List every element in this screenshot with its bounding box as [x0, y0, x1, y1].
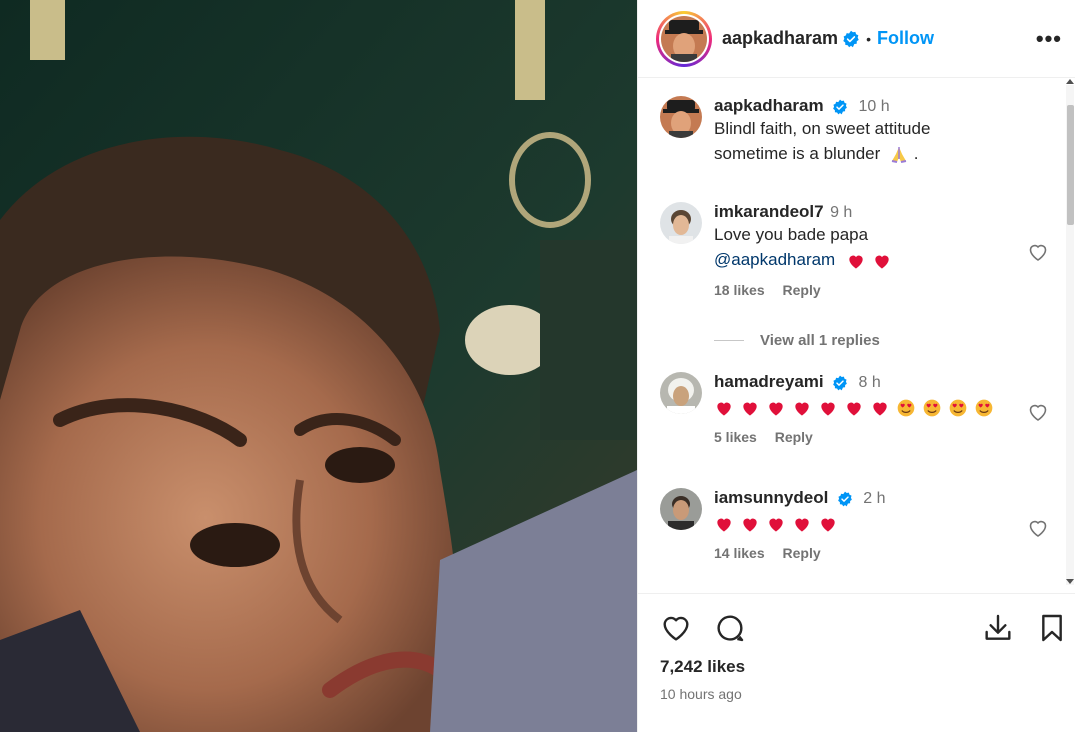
post-media[interactable] [0, 0, 637, 732]
red-heart-emoji-icon [717, 402, 731, 416]
comment-likes-count[interactable]: 5 likes [714, 429, 757, 445]
scroll-thumb[interactable] [1067, 105, 1074, 225]
heart-icon[interactable] [660, 612, 692, 644]
verified-badge-icon [833, 99, 847, 115]
comments-scrollbar[interactable] [1063, 79, 1075, 594]
caption-text-line1: Blindl faith, on sweet attitude [714, 119, 931, 138]
like-comment-heart-icon[interactable] [1026, 400, 1050, 424]
avatar[interactable] [660, 488, 702, 530]
view-replies-button[interactable]: View all 1 replies [714, 332, 880, 349]
download-icon[interactable] [982, 612, 1014, 644]
caption-text-line2: sometime is a blunder [714, 144, 881, 163]
comment-time[interactable]: 2 h [863, 490, 885, 507]
comment-time[interactable]: 9 h [830, 204, 852, 221]
mention-link[interactable]: @aapkadharam [714, 250, 835, 269]
red-heart-emoji-icon [743, 402, 757, 416]
heart-eyes-emoji-icon [923, 399, 941, 416]
folded-hands-emoji-icon [891, 146, 907, 163]
reply-button[interactable]: Reply [783, 282, 821, 298]
post-author-username[interactable]: aapkadharam [722, 28, 838, 49]
comment-icon[interactable] [714, 612, 746, 644]
avatar[interactable] [660, 202, 702, 244]
avatar[interactable] [660, 372, 702, 414]
view-replies-label: View all 1 replies [760, 332, 880, 349]
red-heart-emoji-icon [821, 518, 835, 532]
post-timestamp[interactable]: 10 hours ago [660, 686, 742, 702]
comments-list[interactable]: aapkadharam 10 h Blindl faith, on sweet … [638, 79, 1075, 594]
red-heart-emoji-icon [847, 402, 861, 416]
follow-button[interactable]: Follow [877, 28, 934, 49]
like-comment-heart-icon[interactable] [1026, 516, 1050, 540]
red-heart-emoji-icon [743, 518, 757, 532]
scroll-down-arrow-icon[interactable] [1066, 579, 1074, 584]
more-options-icon[interactable]: ••• [1036, 26, 1062, 52]
heart-eyes-emoji-icon [949, 399, 967, 416]
heart-eyes-emoji-icon [897, 399, 915, 416]
reply-button[interactable]: Reply [783, 545, 821, 561]
scroll-up-arrow-icon[interactable] [1066, 79, 1074, 84]
red-heart-emoji-icon [769, 518, 783, 532]
post-actions: 7,242 likes 10 hours ago [638, 594, 1075, 732]
red-heart-emoji-icon [795, 402, 809, 416]
verified-badge-icon [833, 375, 847, 391]
red-heart-emoji-icon [873, 402, 887, 416]
red-heart-emoji-icon [769, 402, 783, 416]
heart-eyes-emoji-icon [975, 399, 993, 416]
red-heart-emoji-icon [849, 255, 863, 269]
red-heart-emoji-icon [717, 518, 731, 532]
caption-time[interactable]: 10 h [859, 98, 890, 115]
post-likes-count[interactable]: 7,242 likes [660, 657, 745, 677]
post-side-panel: aapkadharam • Follow ••• aapkadharam 10 … [637, 0, 1075, 732]
post-header: aapkadharam • Follow ••• [638, 0, 1075, 78]
comment-text: Love you bade papa @aapkadharam [714, 222, 1014, 272]
verified-badge-icon [837, 491, 852, 507]
red-heart-emoji-icon [821, 402, 835, 416]
post-photo [0, 0, 637, 732]
verified-badge-icon [843, 30, 859, 47]
comment-text-content: Love you bade papa [714, 225, 869, 244]
story-ring[interactable] [656, 10, 712, 67]
caption-text-suffix: . [909, 144, 919, 163]
divider-line [714, 340, 744, 341]
caption-username[interactable]: aapkadharam [714, 96, 824, 115]
comment-likes-count[interactable]: 14 likes [714, 545, 765, 561]
reply-button[interactable]: Reply [775, 429, 813, 445]
comment-username[interactable]: iamsunnydeol [714, 488, 828, 507]
avatar[interactable] [660, 96, 702, 138]
comment-time[interactable]: 8 h [859, 374, 881, 391]
comment-likes-count[interactable]: 18 likes [714, 282, 765, 298]
red-heart-emoji-icon [875, 255, 889, 269]
comment-username[interactable]: hamadreyami [714, 372, 824, 391]
comment-text [714, 394, 1034, 419]
red-heart-emoji-icon [795, 518, 809, 532]
caption-text: Blindl faith, on sweet attitude sometime… [714, 116, 1014, 166]
bookmark-icon[interactable] [1036, 612, 1068, 644]
avatar [661, 15, 707, 62]
separator-dot: • [866, 30, 871, 47]
comment-text [714, 510, 1014, 535]
like-comment-heart-icon[interactable] [1026, 240, 1050, 264]
comment-username[interactable]: imkarandeol7 [714, 202, 824, 221]
